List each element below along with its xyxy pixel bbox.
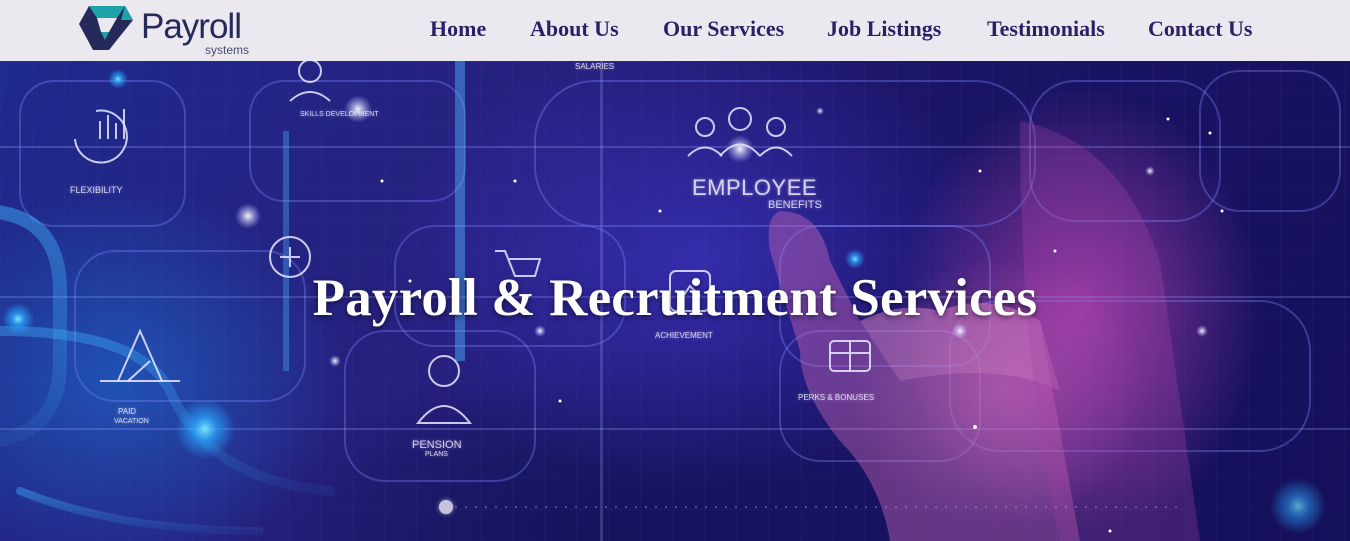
image-label-skills: Skills Development — [300, 111, 379, 118]
nav-contact-us[interactable]: Contact Us — [1148, 15, 1253, 43]
image-label-paid-sub: Vacation — [114, 418, 149, 425]
image-label-paid: Paid — [118, 407, 137, 416]
hero-banner: Employee Benefits Flexibility Pension Pl… — [0, 61, 1350, 541]
hero-title-text: Payroll & Recruitment Services — [312, 269, 1038, 327]
image-label-benefits: Benefits — [768, 199, 822, 211]
nav-testimonials[interactable]: Testimonials — [987, 15, 1105, 43]
nav-about-us[interactable]: About Us — [530, 15, 619, 43]
hero-title: Payroll & Recruitment Services — [0, 266, 1350, 330]
image-label-pension-sub: Plans — [425, 451, 448, 458]
nav-home[interactable]: Home — [430, 15, 486, 43]
nav-job-listings[interactable]: Job Listings — [827, 15, 941, 43]
image-label-achievement: Achievement — [655, 331, 713, 340]
image-label-perks: Perks & Bonuses — [798, 393, 875, 402]
nav-our-services[interactable]: Our Services — [663, 15, 784, 43]
main-nav: Home About Us Our Services Job Listings … — [0, 0, 1350, 61]
image-label-employee: Employee — [692, 175, 818, 200]
image-label-flexibility: Flexibility — [70, 185, 123, 195]
slider-dot-active[interactable] — [439, 500, 453, 514]
image-label-salaries: Salaries — [575, 62, 615, 71]
image-label-pension: Pension — [412, 439, 462, 451]
site-header: Payroll systems Home About Us Our Servic… — [0, 0, 1350, 61]
